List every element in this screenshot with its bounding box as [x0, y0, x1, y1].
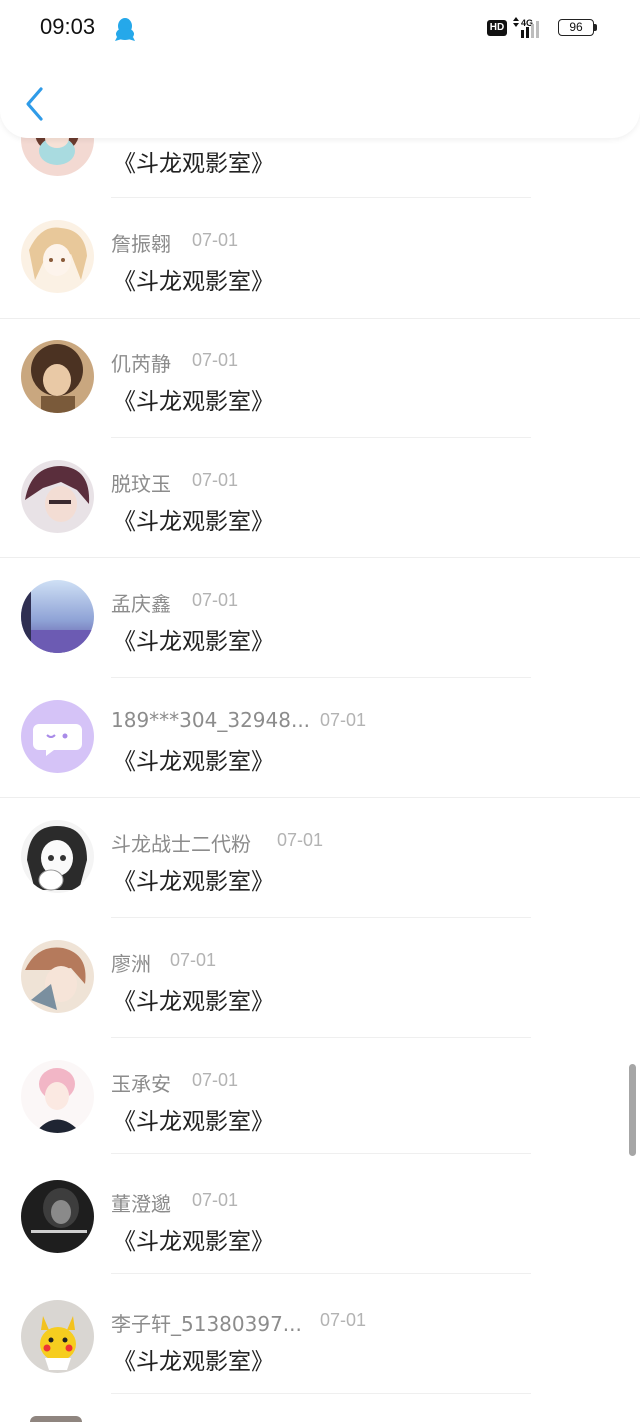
date: 07-01	[192, 350, 239, 370]
date: 07-01	[170, 950, 217, 970]
divider	[111, 1153, 531, 1154]
chevron-left-icon	[26, 87, 43, 121]
contact-name: 董澄邈	[111, 1192, 171, 1216]
avatar	[21, 700, 94, 773]
message-text: 《斗龙观影室》	[113, 269, 274, 295]
contact-name: 189***304_32948...	[111, 708, 311, 732]
message-text: 《斗龙观影室》	[113, 1349, 274, 1375]
message-text: 《斗龙观影室》	[113, 1229, 274, 1255]
message-text: 《斗龙观影室》	[113, 989, 274, 1015]
date: 07-01	[320, 1310, 367, 1330]
list-item[interactable]: 詹振翱 07-01 《斗龙观影室》	[0, 200, 640, 320]
list-item[interactable]: 李子轩_51380397... 07-01 《斗龙观影室》	[0, 1280, 640, 1400]
list-item[interactable]: 189***304_32948... 07-01 《斗龙观影室》	[0, 680, 640, 800]
scrollbar[interactable]	[629, 1064, 636, 1156]
date: 07-01	[277, 830, 324, 850]
avatar	[21, 1180, 94, 1253]
date: 07-01	[192, 590, 239, 610]
list-item[interactable]: 斗龙战士二代粉 07-01 《斗龙观影室》	[0, 800, 640, 920]
date: 07-01	[192, 230, 239, 250]
list-item[interactable]: 玉承安 07-01 《斗龙观影室》	[0, 1040, 640, 1160]
message-text: 《斗龙观影室》	[113, 389, 274, 415]
list-item[interactable]: 脱玟玉 07-01 《斗龙观影室》	[0, 440, 640, 560]
date: 07-01	[192, 470, 239, 490]
divider	[111, 197, 531, 198]
divider	[111, 437, 531, 438]
date: 07-01	[192, 1070, 239, 1090]
contact-name: 孟庆鑫	[111, 592, 171, 616]
avatar	[21, 220, 94, 293]
avatar	[21, 820, 94, 893]
signal-icon: 4G	[513, 16, 551, 40]
back-button[interactable]	[22, 86, 48, 122]
divider	[0, 797, 640, 798]
avatar	[21, 1300, 94, 1373]
message-text: 《斗龙观影室》	[113, 749, 274, 775]
message-text: 《斗龙观影室》	[113, 151, 274, 177]
message-text: 《斗龙观影室》	[113, 869, 274, 895]
list-item[interactable]: 孟庆鑫 07-01 《斗龙观影室》	[0, 560, 640, 680]
battery-indicator: 96	[558, 19, 594, 36]
date: 07-01	[192, 1190, 239, 1210]
avatar	[21, 1060, 94, 1133]
avatar	[21, 340, 94, 413]
contact-name: 玉承安	[111, 1072, 171, 1096]
message-text: 《斗龙观影室》	[113, 629, 274, 655]
list-item[interactable]: 仉芮静 07-01 《斗龙观影室》	[0, 320, 640, 440]
avatar	[21, 940, 94, 1013]
contact-name: 斗龙战士二代粉	[111, 832, 251, 856]
qq-penguin-icon	[114, 17, 136, 41]
hd-icon: HD	[487, 20, 507, 36]
avatar	[21, 580, 94, 653]
divider	[0, 557, 640, 558]
date: 07-01	[320, 710, 367, 730]
list-item[interactable]: 廖洲 07-01 《斗龙观影室》	[0, 920, 640, 1040]
avatar	[30, 1416, 82, 1422]
avatar	[21, 460, 94, 533]
contact-name: 廖洲	[111, 952, 151, 976]
divider	[111, 677, 531, 678]
divider	[111, 1037, 531, 1038]
status-time: 09:03	[40, 14, 96, 39]
divider	[0, 318, 640, 319]
contact-name: 詹振翱	[111, 232, 171, 256]
list-item[interactable]: 董澄邈 07-01 《斗龙观影室》	[0, 1160, 640, 1280]
battery-tip	[594, 24, 597, 31]
divider	[111, 1393, 531, 1394]
contact-name: 脱玟玉	[111, 472, 171, 496]
contact-name: 李子轩_51380397...	[111, 1312, 302, 1336]
contact-name: 仉芮静	[111, 352, 171, 376]
top-bar: 09:03 HD 4G 96	[0, 0, 640, 138]
message-text: 《斗龙观影室》	[113, 1109, 274, 1135]
divider	[111, 917, 531, 918]
divider	[111, 1273, 531, 1274]
message-text: 《斗龙观影室》	[113, 509, 274, 535]
